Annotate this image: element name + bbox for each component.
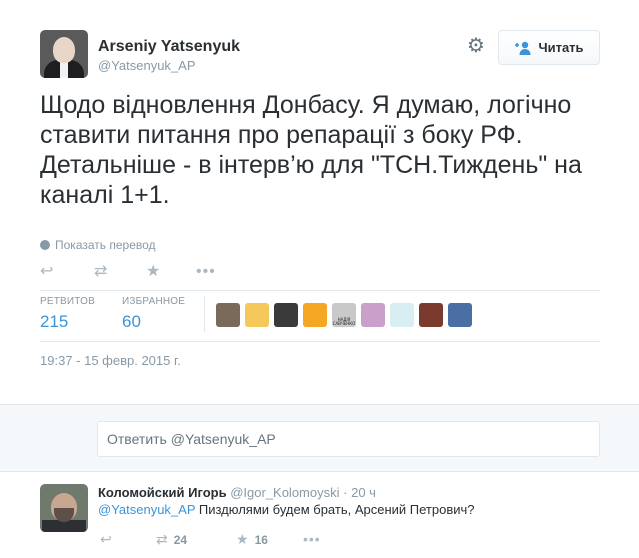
retweets-label: РЕТВИТОВ [40, 296, 96, 307]
more-icon[interactable]: ••• [303, 530, 321, 548]
reply-icon[interactable]: ↩ [100, 530, 112, 548]
tweet-timestamp[interactable]: 19:37 - 15 февр. 2015 г. [40, 353, 181, 368]
reply-separator: · [343, 485, 348, 500]
favorites-label: ИЗБРАННОЕ [122, 296, 186, 307]
favoriter-avatar[interactable] [274, 303, 298, 327]
author-avatar[interactable] [40, 30, 88, 78]
favorites-count: 60 [122, 312, 141, 331]
faver-caption: НАДІЯ САВЧЕНКО [332, 317, 356, 326]
reply-body: Пиздюлями будем брать, Арсений Петрович? [195, 502, 475, 517]
reply-author-name[interactable]: Коломойский Игорь [98, 485, 227, 500]
divider [40, 290, 600, 291]
reply-area: Ответить @Yatsenyuk_AP [0, 404, 639, 472]
favoriter-avatar[interactable]: НАДІЯ САВЧЕНКО [332, 303, 356, 327]
reply-retweets-count: 24 [173, 533, 188, 547]
favorite-icon[interactable]: ★ [146, 262, 160, 282]
favoriter-avatars: НАДІЯ САВЧЕНКО [216, 303, 472, 327]
tweet-text: Щодо відновлення Донбасу. Я думаю, логіч… [40, 91, 582, 209]
favoriter-avatar[interactable] [216, 303, 240, 327]
reply-mention[interactable]: @Yatsenyuk_AP [98, 502, 195, 517]
globe-icon [40, 240, 50, 250]
favorite-icon: ★ [236, 531, 249, 547]
retweets-stat[interactable]: РЕТВИТОВ 215 [40, 296, 95, 332]
author-handle[interactable]: @Yatsenyuk_AP [98, 58, 196, 73]
favoriter-avatar[interactable] [390, 303, 414, 327]
retweet-action[interactable]: ⇄ 24 [156, 530, 187, 549]
divider [40, 341, 600, 342]
favorite-action[interactable]: ★ 16 [236, 530, 268, 549]
favoriter-avatar[interactable] [419, 303, 443, 327]
favorites-stat[interactable]: ИЗБРАННОЕ 60 [122, 296, 185, 332]
stats-separator [204, 296, 205, 332]
follow-label: Читать [538, 40, 584, 55]
author-name[interactable]: Arseniy Yatsenyuk [98, 38, 240, 56]
favoriter-avatar[interactable] [448, 303, 472, 327]
main-tweet: Arseniy Yatsenyuk @Yatsenyuk_AP ⚙ Читать… [0, 0, 639, 400]
reply-author-avatar[interactable] [40, 484, 88, 532]
reply-icon[interactable]: ↩ [40, 262, 53, 282]
reply-text: @Yatsenyuk_AP Пиздюлями будем брать, Арс… [98, 502, 475, 517]
add-user-icon [514, 41, 532, 55]
retweets-count: 215 [40, 312, 69, 331]
favoriter-avatar[interactable] [303, 303, 327, 327]
more-icon[interactable]: ••• [196, 262, 216, 282]
reply-input[interactable]: Ответить @Yatsenyuk_AP [97, 421, 600, 457]
retweet-icon[interactable]: ⇄ [94, 262, 107, 282]
translate-link[interactable]: Показать перевод [40, 238, 156, 252]
reply-tweet: Коломойский Игорь @Igor_Kolomoyski · 20 … [0, 472, 639, 558]
favoriter-avatar[interactable] [361, 303, 385, 327]
reply-favorites-count: 16 [254, 533, 268, 547]
favoriter-avatar[interactable] [245, 303, 269, 327]
retweet-icon: ⇄ [156, 531, 168, 547]
translate-label: Показать перевод [55, 238, 156, 252]
reply-header: Коломойский Игорь @Igor_Kolomoyski · 20 … [98, 485, 376, 500]
reply-time[interactable]: 20 ч [351, 485, 376, 500]
follow-button[interactable]: Читать [498, 30, 600, 65]
gear-icon[interactable]: ⚙ [466, 36, 486, 56]
reply-author-handle[interactable]: @Igor_Kolomoyski [230, 485, 339, 500]
